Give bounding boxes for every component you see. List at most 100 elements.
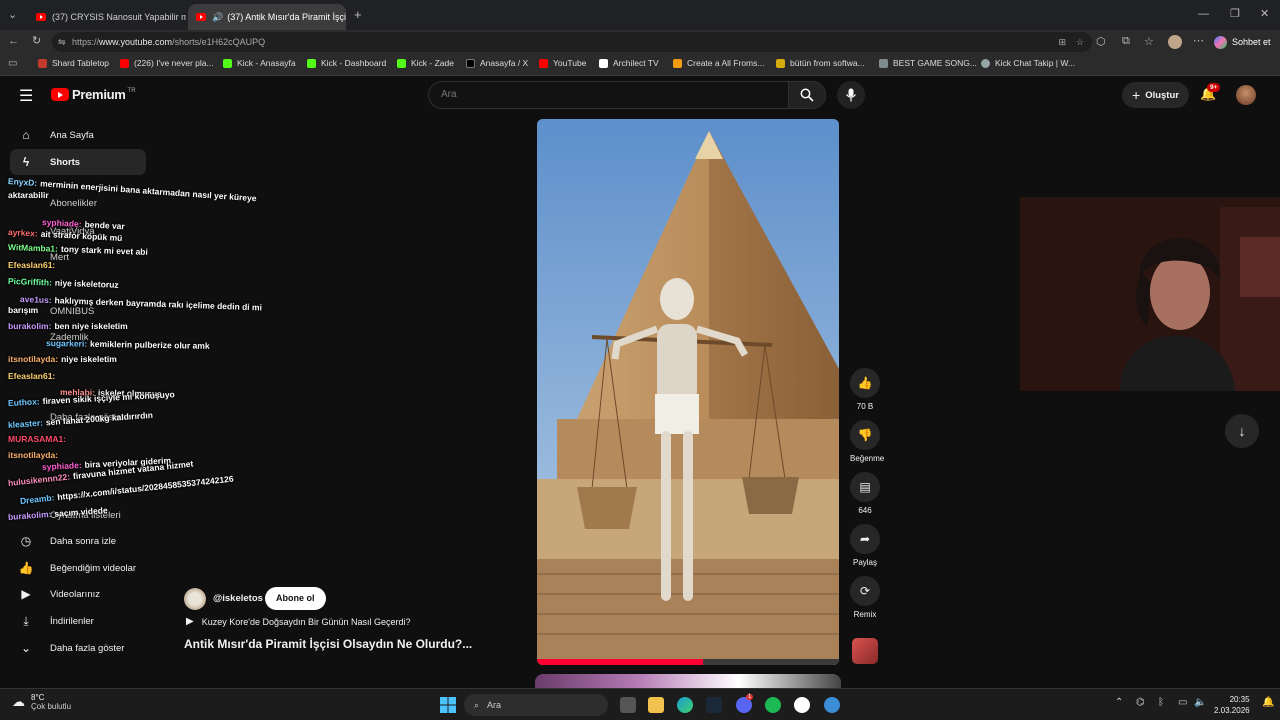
dislike-button[interactable]: 👎 Beğenme [850,420,884,463]
chat-message: sugarkeri: kemiklerin pulberize olur amk [46,338,210,351]
sidebar-item-show-more[interactable]: ⌄ Daha fazla göster [10,635,146,661]
file-explorer-icon[interactable] [648,697,664,713]
like-button[interactable]: 👍 70 B [850,368,880,411]
back-icon[interactable]: ← [8,35,19,47]
sidebar-item-shorts[interactable]: ϟ Shorts [10,149,146,175]
channel-name[interactable]: @iskeletos [213,593,263,604]
bookmark-favicon-icon [599,58,608,68]
apps-icon[interactable]: ⊞ [1058,32,1066,52]
youtube-logo-icon [51,88,69,101]
more-menu-icon[interactable]: ⋯ [1193,34,1204,47]
network-icon[interactable]: ⌬ [1136,697,1145,708]
windows-taskbar: ☁ 8°C Çok bulutlu ⌕ Ara 1 ⌃ ⌬ ᛒ ▭ 🔈 20:3… [0,688,1280,720]
refresh-icon[interactable]: ↻ [32,34,41,47]
sidebar-item-home[interactable]: ⌂ Ana Sayfa [10,122,146,148]
remix-button[interactable]: ⟳ Remix [850,576,880,619]
bookmark-item[interactable]: YouTube [539,58,586,68]
chat-username: aktarabilir [8,190,49,200]
steam-icon[interactable] [706,697,722,713]
weather-widget[interactable]: ☁ 8°C Çok bulutlu [12,693,71,711]
monitor-icon[interactable]: ▭ [1178,697,1187,708]
search-input[interactable]: Ara [428,81,788,109]
search-icon: ⌕ [474,699,480,710]
chat-username: ayrkex: [7,227,39,239]
profile-avatar[interactable] [1168,35,1182,49]
sidebar-item-watch-later[interactable]: ◷ Daha sonra izle [10,528,146,554]
logo-country: TR [127,87,136,94]
maximize-button[interactable]: ❐ [1230,7,1240,20]
minimize-button[interactable]: — [1198,8,1209,20]
tab-antik-misir[interactable]: 🔊 (37) Antik Mısır'da Piramit İşçi ✕ [188,4,346,30]
account-avatar[interactable] [1236,85,1256,105]
chat-username: Efeaslan61: [8,260,56,270]
sidebar-item-label: İndirilenler [50,615,94,627]
next-short-button[interactable]: ↓ [1225,414,1259,448]
show-hidden-icons[interactable]: ⌃ [1115,697,1123,708]
chat-text: ben niye iskeletim [54,321,128,331]
next-short-preview[interactable] [535,674,841,688]
voice-search-button[interactable] [837,81,865,109]
edge-icon[interactable] [677,697,693,713]
bookmark-item[interactable]: (226) I've never pla... [120,58,214,68]
sidebar-item-channel[interactable]: OMNIBUS [50,306,94,317]
extensions-icon[interactable]: ⬡ [1096,35,1106,48]
tab-crysis[interactable]: (37) CRYSIS Nanosuit Yapabilir mi? ✕ [28,4,186,30]
copilot-chat-button[interactable]: Sohbet et [1214,33,1271,51]
task-view-icon[interactable] [620,697,636,713]
youtube-logo[interactable]: Premium TR [51,87,136,102]
hamburger-menu-icon[interactable]: ☰ [19,86,33,106]
speaker-icon[interactable]: 🔊 [212,12,223,23]
bookmark-label: (226) I've never pla... [134,58,214,68]
bookmark-item[interactable]: Kick - Dashboard [307,58,386,68]
split-screen-icon[interactable]: ⧉ [1122,35,1130,48]
sidebar-item-liked-videos[interactable]: 👍 Beğendiğim videolar [10,555,146,581]
bookmark-item[interactable]: Anasayfa / X [466,58,528,68]
close-window-button[interactable]: ✕ [1260,7,1269,20]
chat-username: ave1us: [19,294,52,306]
sound-thumbnail[interactable] [852,638,878,664]
sidebar-item-your-videos[interactable]: ▶ Videolarınız [10,581,146,607]
channel-avatar[interactable] [184,588,206,610]
short-title[interactable]: Antik Mısır'da Piramit İşçisi Olsaydın N… [184,637,472,651]
unreal-icon[interactable] [794,697,810,713]
reading-list-icon[interactable]: ▭ [8,58,17,69]
notifications-button[interactable]: 🔔 9+ [1200,83,1221,102]
notification-center-icon[interactable]: 🔔 [1262,697,1274,708]
site-info-icon[interactable]: ⇋ [58,32,66,52]
bookmark-item[interactable]: Shard Tabletop [38,58,109,68]
bookmark-item[interactable]: bütün from softwa... [776,58,865,68]
playlist-link[interactable]: ▶ Kuzey Kore'de Doğsaydın Bir Günün Nası… [186,616,411,627]
sidebar-item-downloads[interactable]: ⤓ İndirilenler [10,608,146,634]
weather-desc: Çok bulutlu [31,702,72,711]
volume-icon[interactable]: 🔈 [1194,697,1206,708]
favorite-star-icon[interactable]: ☆ [1076,32,1084,52]
bookmark-item[interactable]: Archilect TV [599,58,659,68]
tab-title: (37) Antik Mısır'da Piramit İşçi [227,12,346,22]
sidebar-section-subscriptions[interactable]: Abonelikler [50,198,97,209]
url-field[interactable]: ⇋ https://www.youtube.com/shorts/e1H62cQ… [52,32,1092,52]
tab-list-icon[interactable]: ⌄ [8,8,17,21]
bookmark-item[interactable]: Create a All Froms... [673,58,764,68]
spotify-icon[interactable] [765,697,781,713]
short-video-player[interactable] [537,119,839,665]
bookmark-item[interactable]: Kick - Anasayfa [223,58,296,68]
taskbar-search[interactable]: ⌕ Ara [464,694,608,716]
search-button[interactable] [788,81,826,109]
bookmark-item[interactable]: Kick Chat Takip | W... [981,58,1075,68]
favorites-icon[interactable]: ☆ [1144,35,1154,48]
chat-username: itsnotilayda: [8,354,59,364]
app-icon[interactable] [824,697,840,713]
create-button[interactable]: + Oluştur [1122,82,1189,108]
share-button[interactable]: ➦ Paylaş [850,524,880,567]
bookmark-item[interactable]: Kick - Zade [397,58,454,68]
bookmark-item[interactable]: BEST GAME SONG... [879,58,977,68]
share-label: Paylaş [852,558,877,567]
chat-username: syphiade: [41,217,82,230]
chat-text: niye iskeletim [61,354,117,364]
bluetooth-icon[interactable]: ᛒ [1158,697,1164,708]
comments-button[interactable]: ▤ 646 [850,472,880,515]
subscribe-button[interactable]: Abone ol [265,587,326,610]
new-tab-button[interactable]: + [354,7,362,22]
windows-start-icon[interactable] [440,697,456,713]
clock[interactable]: 20:35 2.03.2026 [1214,694,1250,716]
